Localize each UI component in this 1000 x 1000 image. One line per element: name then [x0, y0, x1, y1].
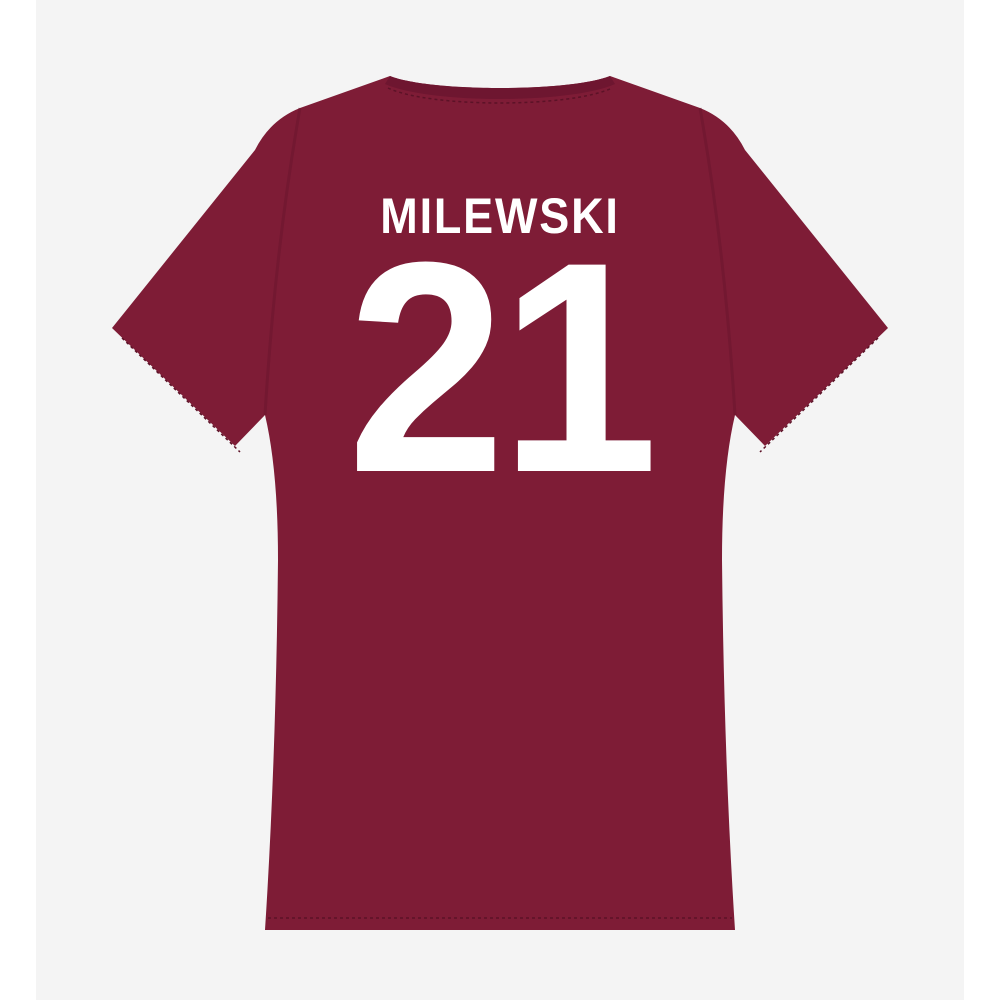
- player-number: 21: [347, 199, 658, 535]
- product-image: MILEWSKI 21: [0, 0, 1000, 1000]
